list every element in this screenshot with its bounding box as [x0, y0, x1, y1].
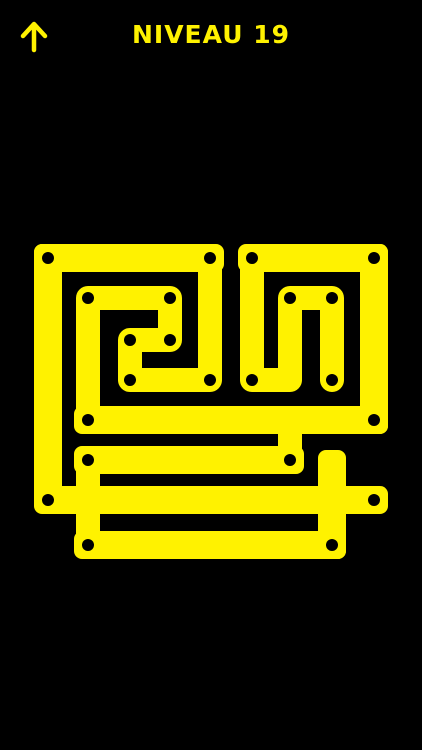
peg-dot	[246, 374, 258, 386]
peg-dot	[42, 494, 54, 506]
peg-dot	[368, 252, 380, 264]
peg-dot	[246, 252, 258, 264]
game-screen: NIVEAU 19	[0, 0, 422, 750]
tile-block	[34, 244, 62, 512]
peg-dot	[368, 414, 380, 426]
peg-dot	[124, 334, 136, 346]
peg-dot	[164, 292, 176, 304]
puzzle-piece-right-spiral[interactable]	[240, 246, 386, 432]
peg-dot	[82, 454, 94, 466]
peg-dot	[82, 414, 94, 426]
peg-dot	[82, 292, 94, 304]
peg-dot	[326, 539, 338, 551]
peg-dot	[368, 494, 380, 506]
peg-dot	[284, 292, 296, 304]
peg-dot	[326, 374, 338, 386]
tile-block	[74, 531, 346, 559]
puzzle-board	[34, 244, 388, 559]
peg-dot	[204, 374, 216, 386]
peg-dot	[284, 454, 296, 466]
tile-block	[74, 406, 388, 434]
peg-dot	[164, 334, 176, 346]
tile-block	[74, 446, 304, 474]
peg-dot	[326, 292, 338, 304]
peg-dot	[124, 374, 136, 386]
tile-block	[360, 244, 388, 434]
peg-dot	[82, 539, 94, 551]
tile-block	[34, 244, 224, 272]
peg-dot	[204, 252, 216, 264]
peg-dot	[42, 252, 54, 264]
